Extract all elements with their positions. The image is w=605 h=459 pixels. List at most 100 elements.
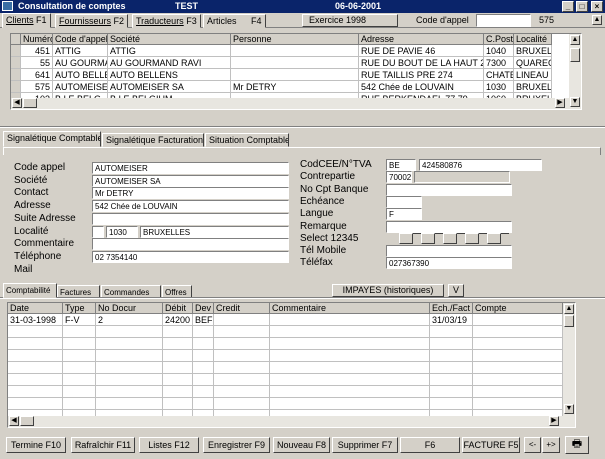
scroll-thumb[interactable] xyxy=(20,416,34,426)
table-cell[interactable] xyxy=(163,326,193,338)
column-header[interactable]: C.Postal xyxy=(484,34,514,45)
table-cell[interactable] xyxy=(96,362,163,374)
menu-traducteurs[interactable]: Traducteurs F3 xyxy=(132,14,201,28)
column-header[interactable]: Personne xyxy=(231,34,359,45)
table-cell[interactable]: 2 xyxy=(96,314,163,326)
table-cell[interactable] xyxy=(214,386,270,398)
commentaire-field[interactable] xyxy=(92,238,289,251)
scroll-up-icon[interactable]: ▲ xyxy=(564,304,574,314)
table-cell[interactable] xyxy=(63,326,96,338)
table-cell[interactable] xyxy=(163,386,193,398)
table-cell[interactable]: Mr DETRY xyxy=(231,81,359,93)
table-cell[interactable] xyxy=(270,386,430,398)
menu-fournisseurs[interactable]: Fournisseurs F2 xyxy=(55,14,129,28)
table-cell[interactable] xyxy=(430,362,473,374)
table-cell[interactable] xyxy=(8,386,63,398)
column-header[interactable]: Dev xyxy=(193,303,214,314)
detail-tab[interactable]: Signalétique Comptable xyxy=(3,131,101,147)
telephone-field[interactable]: 02 7354140 xyxy=(92,250,289,263)
table-cell[interactable]: AUTOMEISER SA xyxy=(108,81,231,93)
column-header[interactable]: Credit xyxy=(214,303,270,314)
table-cell[interactable]: 641 xyxy=(21,69,53,81)
table-cell[interactable] xyxy=(96,374,163,386)
table-cell[interactable]: AUTO BELLE xyxy=(53,69,108,81)
table-cell[interactable] xyxy=(8,398,63,410)
table-cell[interactable]: 24200 xyxy=(163,314,193,326)
table-cell[interactable] xyxy=(430,374,473,386)
table-cell[interactable] xyxy=(214,350,270,362)
scroll-up-icon[interactable]: ▲ xyxy=(570,35,580,45)
column-header[interactable]: Adresse xyxy=(359,34,484,45)
table-cell[interactable] xyxy=(193,338,214,350)
v-button[interactable]: V xyxy=(448,284,464,297)
localite-cp-field[interactable]: 1030 xyxy=(106,225,138,238)
table-cell[interactable] xyxy=(63,338,96,350)
table-cell[interactable] xyxy=(270,314,430,326)
table-cell[interactable]: 1040 xyxy=(484,45,514,57)
table-cell[interactable] xyxy=(193,362,214,374)
table-cell[interactable] xyxy=(473,326,563,338)
select-checkbox[interactable] xyxy=(443,232,457,244)
table-cell[interactable] xyxy=(8,362,63,374)
row-indicator[interactable] xyxy=(11,45,21,57)
table-cell[interactable] xyxy=(96,326,163,338)
table-cell[interactable]: AU GOURMAND RAVI xyxy=(108,57,231,69)
column-header[interactable]: Numéro xyxy=(21,34,53,45)
scroll-down-icon[interactable]: ▼ xyxy=(564,404,574,414)
column-header[interactable]: Compte xyxy=(473,303,563,314)
table-cell[interactable] xyxy=(96,398,163,410)
table-cell[interactable] xyxy=(214,326,270,338)
table-cell[interactable] xyxy=(430,398,473,410)
langue-field[interactable]: F xyxy=(386,208,422,221)
table-cell[interactable] xyxy=(473,374,563,386)
adresse-field[interactable]: 542 Chée de LOUVAIN xyxy=(92,200,289,213)
table-cell[interactable] xyxy=(8,350,63,362)
table-cell[interactable]: 542 Chée de LOUVAIN xyxy=(359,81,484,93)
contact-field[interactable]: Mr DETRY xyxy=(92,187,289,200)
column-header[interactable]: Débit xyxy=(163,303,193,314)
table-cell[interactable] xyxy=(8,338,63,350)
vertical-scrollbar[interactable]: ▲ ▼ xyxy=(569,34,581,109)
table-cell[interactable] xyxy=(63,362,96,374)
table-cell[interactable]: RUE DE PAVIE 46 xyxy=(359,45,484,57)
table-cell[interactable]: ATTIG xyxy=(108,45,231,57)
table-cell[interactable] xyxy=(473,350,563,362)
table-cell[interactable]: LINEAU xyxy=(514,69,552,81)
tel-mobile-field[interactable] xyxy=(386,245,512,258)
next-button[interactable]: +> xyxy=(542,437,560,453)
f6-button[interactable]: F6 xyxy=(400,437,460,453)
accounting-grid[interactable]: Date Type No Docur Débit Dev Credit Commentair… xyxy=(7,302,576,428)
table-cell[interactable] xyxy=(193,350,214,362)
table-cell[interactable] xyxy=(63,374,96,386)
table-cell[interactable]: QUAREG xyxy=(514,57,552,69)
column-header[interactable]: Commentaire xyxy=(270,303,430,314)
scroll-down-icon[interactable]: ▼ xyxy=(570,97,580,107)
table-cell[interactable] xyxy=(193,386,214,398)
facture-button[interactable]: FACTURE F5 xyxy=(462,437,520,453)
column-header[interactable]: Date xyxy=(8,303,63,314)
column-header[interactable]: Type xyxy=(63,303,96,314)
column-header[interactable] xyxy=(11,34,21,45)
societe-field[interactable]: AUTOMEISER SA xyxy=(92,174,289,187)
codcee-country-field[interactable]: BE xyxy=(386,159,416,171)
table-cell[interactable] xyxy=(231,69,359,81)
row-indicator[interactable] xyxy=(11,81,21,93)
scroll-left-icon[interactable]: ◀ xyxy=(9,416,19,426)
table-cell[interactable] xyxy=(231,45,359,57)
table-cell[interactable]: RUE DU BOUT DE LA HAUT 2 xyxy=(359,57,484,69)
table-cell[interactable]: BRUXELL xyxy=(514,81,552,93)
table-cell[interactable] xyxy=(430,386,473,398)
remarque-field[interactable] xyxy=(386,220,512,233)
rafraichir-button[interactable]: Rafraîchir F11 xyxy=(71,437,135,453)
select-checkbox[interactable] xyxy=(421,232,435,244)
enregistrer-button[interactable]: Enregistrer F9 xyxy=(203,437,270,453)
contrepartie-desc-field[interactable] xyxy=(414,171,510,184)
close-button[interactable]: × xyxy=(591,1,603,12)
table-cell[interactable]: AU GOURMA xyxy=(53,57,108,69)
table-cell[interactable] xyxy=(270,326,430,338)
table-cell[interactable] xyxy=(193,398,214,410)
row-indicator[interactable] xyxy=(11,57,21,69)
column-header[interactable]: Code d'appel xyxy=(53,34,108,45)
table-cell[interactable]: F-V xyxy=(63,314,96,326)
contrepartie-field[interactable]: 700021 xyxy=(386,171,412,184)
